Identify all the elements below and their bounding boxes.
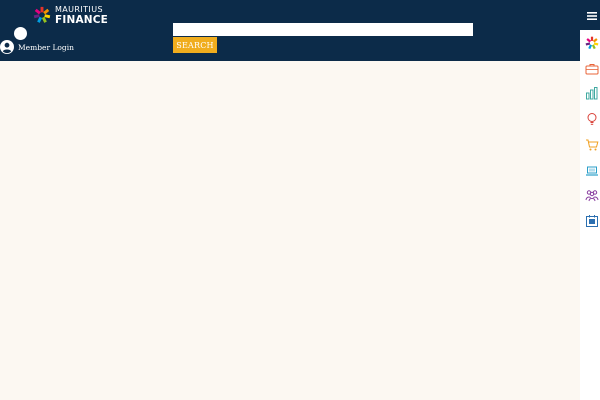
member-login-label: Member Login [18, 42, 74, 52]
user-circle-icon [0, 40, 14, 54]
briefcase-icon [585, 64, 599, 75]
search-button[interactable]: SEARCH [173, 37, 217, 53]
shopping-cart-icon [586, 139, 599, 151]
search-input[interactable] [173, 23, 473, 36]
calendar-icon [586, 215, 598, 227]
side-rail-events-link[interactable] [585, 214, 599, 228]
logo-mark-icon [585, 36, 599, 50]
bar-chart-icon [586, 87, 598, 100]
side-rail-technology-link[interactable] [585, 164, 599, 178]
white-dot-toggle[interactable] [14, 27, 27, 40]
laptop-icon [586, 166, 598, 176]
logo-mark-icon [33, 6, 51, 23]
side-rail-ideas-link[interactable] [585, 112, 599, 126]
hamburger-icon[interactable] [587, 11, 597, 21]
logo-line-2: FINANCE [55, 14, 109, 26]
side-rail-chart-link[interactable] [585, 86, 599, 100]
side-rail-home-link[interactable] [585, 36, 599, 50]
people-icon [585, 190, 599, 202]
side-icon-rail [580, 30, 600, 400]
side-rail-commerce-link[interactable] [585, 138, 599, 152]
site-header: MAURITIUS FINANCE Member Login SEARCH [0, 0, 600, 61]
logo-wordmark: MAURITIUS FINANCE [55, 5, 108, 26]
side-rail-community-link[interactable] [585, 188, 599, 202]
lightbulb-icon [587, 113, 597, 125]
member-login-link[interactable]: Member Login [0, 40, 74, 54]
mauritius-finance-logo[interactable]: MAURITIUS FINANCE [33, 5, 108, 26]
logo-line-1: MAURITIUS [55, 5, 103, 14]
side-rail-briefcase-link[interactable] [585, 62, 599, 76]
